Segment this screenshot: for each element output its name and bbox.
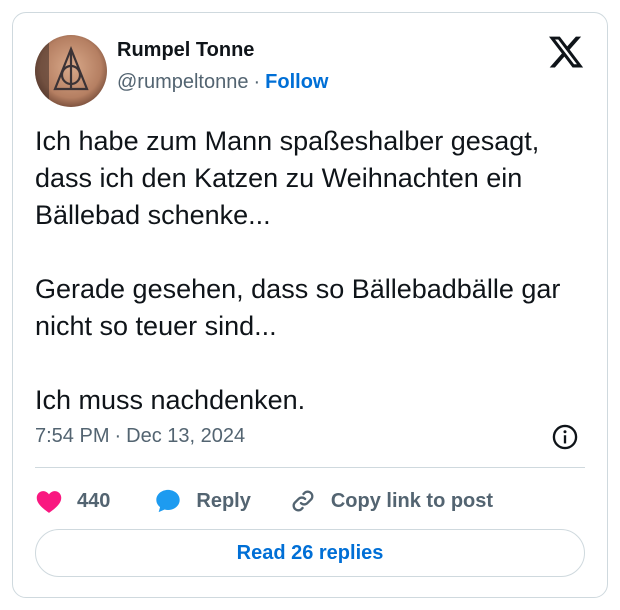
handle-row: @rumpeltonne · Follow xyxy=(117,71,328,94)
separator-dot: · xyxy=(253,71,261,93)
link-icon xyxy=(292,490,314,512)
follow-button[interactable]: Follow xyxy=(265,71,328,93)
x-logo-icon[interactable] xyxy=(547,33,585,71)
reply-bubble-icon xyxy=(156,489,181,513)
tweet-paragraph: Ich muss nachdenken. xyxy=(35,385,306,415)
author-handle[interactable]: @rumpeltonne xyxy=(117,71,248,93)
avatar-image xyxy=(35,35,107,107)
read-replies-button[interactable]: Read 26 replies xyxy=(35,529,585,577)
reply-label: Reply xyxy=(196,489,251,512)
heart-icon xyxy=(36,491,62,513)
tweet-card: Rumpel Tonne @rumpeltonne · Follow Ich hab… xyxy=(12,12,608,598)
info-icon[interactable] xyxy=(551,423,579,451)
like-button[interactable]: 440 xyxy=(35,488,110,514)
tweet-text: Ich habe zum Mann spaßeshalber gesagt, d… xyxy=(35,123,595,419)
timestamp[interactable]: 7:54 PM · Dec 13, 2024 xyxy=(35,425,245,448)
like-count: 440 xyxy=(77,489,111,512)
action-bar: 440 Reply Copy link to post xyxy=(35,483,493,519)
tweet-paragraph: Ich habe zum Mann spaßeshalber gesagt, d… xyxy=(35,126,540,230)
copy-link-button[interactable]: Copy link to post xyxy=(289,487,493,515)
copy-link-label: Copy link to post xyxy=(330,489,494,512)
reply-button[interactable]: Reply xyxy=(154,487,251,515)
separator-dot: · xyxy=(114,425,122,447)
tweet-date: Dec 13, 2024 xyxy=(126,425,246,447)
tweet-time: 7:54 PM xyxy=(35,425,110,447)
avatar[interactable] xyxy=(35,35,107,107)
tweet-paragraph: Gerade gesehen, dass so Bällebadbälle ga… xyxy=(35,274,561,341)
author-name[interactable]: Rumpel Tonne xyxy=(117,39,254,62)
divider xyxy=(35,467,585,468)
